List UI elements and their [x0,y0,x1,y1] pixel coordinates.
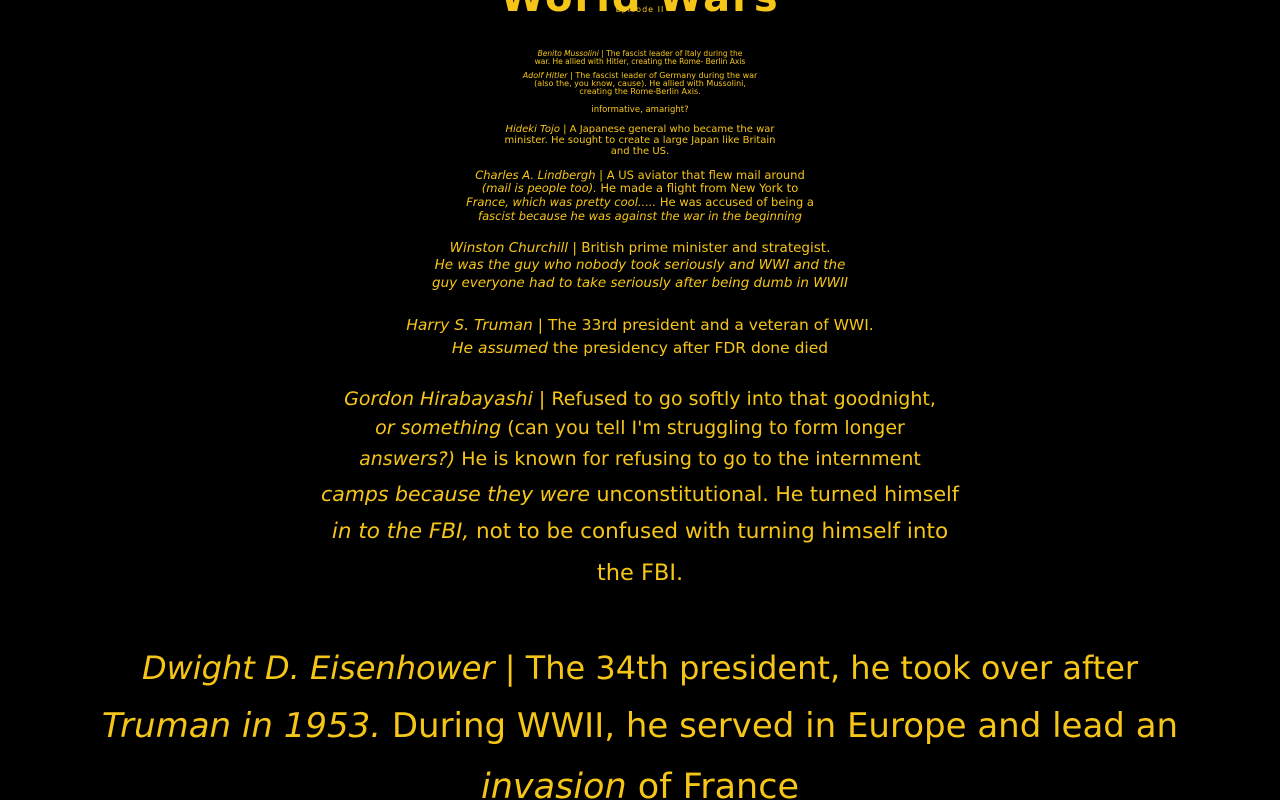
crawl-line: minister. He sought to create a large Ja… [504,136,775,146]
crawl-line: He was the guy who nobody took seriously… [434,257,846,273]
line-text: | A US aviator that flew mail around [595,168,805,182]
crawl-line: and the US. [611,147,669,157]
line-text: | The 33rd president and a veteran of WW… [532,316,874,334]
line-text: | Refused to go softly into that goodnig… [532,388,936,410]
crawl-line: creating the Rome-Berlin Axis. [579,88,700,96]
crawl-line: fascist because he was against the war i… [478,209,802,223]
person-name: Charles A. Lindbergh [475,168,596,182]
crawl-line: Charles A. Lindbergh | A US aviator that… [475,168,805,182]
crawl-line: Dwight D. Eisenhower | The 34th presiden… [142,652,1138,684]
crawl-line: Hideki Tojo | A Japanese general who bec… [506,125,775,135]
line-text: the FBI. [596,560,684,586]
crawl-line: or something (can you tell I'm strugglin… [375,419,905,438]
line-text: camps because they were unconstitutional… [321,482,959,506]
crawl-line: (mail is people too). He made a flight f… [481,181,799,195]
line-text: and the US. [610,146,670,157]
line-text: | British prime minister and strategist. [568,240,831,256]
line-text: | The 34th president, he took over after [494,649,1139,687]
line-text: invasion of France [481,767,799,800]
line-text: He assumed the presidency after FDR done… [451,339,829,357]
person-name: Hideki Tojo [505,124,560,135]
crawl-line: guy everyone had to take seriously after… [432,275,848,291]
crawl-line: informative, amaright? [591,106,688,115]
line-text: He was the guy who nobody took seriously… [434,257,846,273]
crawl-line: in to the FBI, not to be confused with t… [332,521,948,543]
line-text: or something (can you tell I'm strugglin… [375,417,905,439]
line-text: | A Japanese general who became the war [559,124,775,135]
line-text: guy everyone had to take seriously after… [432,275,848,291]
line-text: war. He allied with Hitler, creating the… [534,57,746,66]
line-text: in to the FBI, not to be confused with t… [331,519,949,544]
line-text: Truman in 1953. During WWII, he served i… [101,706,1179,746]
line-text: fascist because he was against the war i… [478,209,802,223]
crawl-line: Winston Churchill | British prime minist… [449,240,831,256]
crawl-line: France, which was pretty cool..... He wa… [466,195,814,209]
crawl-line: answers?) He is known for refusing to go… [359,450,921,469]
crawl-line: invasion of France [481,770,799,800]
crawl-line: camps because they were unconstitutional… [321,484,959,505]
line-text: France, which was pretty cool..... He wa… [466,195,814,209]
line-text: minister. He sought to create a large Ja… [504,135,776,146]
line-text: answers?) He is known for refusing to go… [359,448,921,470]
person-name: Dwight D. Eisenhower [141,649,495,687]
line-text: creating the Rome-Berlin Axis. [579,87,701,96]
crawl-line: Gordon Hirabayashi | Refused to go softl… [344,390,936,409]
person-name: Winston Churchill [449,240,569,256]
star-wars-crawl: World Wars Episode II Benito Mussolini |… [0,0,1280,800]
crawl-line: He assumed the presidency after FDR done… [451,339,829,357]
crawl-line: Harry S. Truman | The 33rd president and… [406,316,874,334]
line-text: informative, amaright? [591,105,689,115]
line-text: (mail is people too). He made a flight f… [481,181,799,195]
crawl-episode: Episode II [615,5,665,14]
person-name: Harry S. Truman [406,316,533,334]
crawl-line: war. He allied with Hitler, creating the… [535,58,746,66]
crawl-line: the FBI. [597,562,683,585]
crawl-line: Truman in 1953. During WWII, he served i… [102,709,1178,743]
person-name: Gordon Hirabayashi [344,388,533,410]
